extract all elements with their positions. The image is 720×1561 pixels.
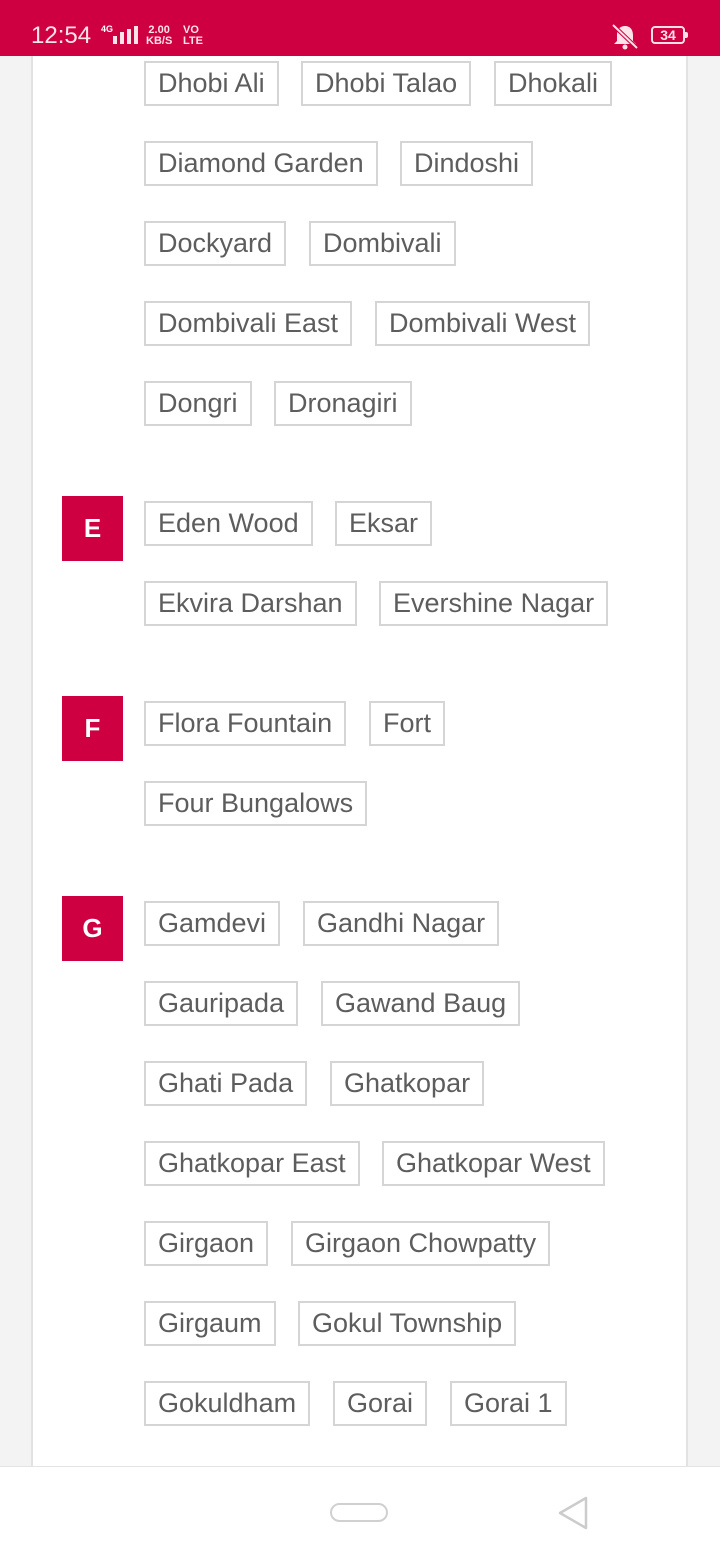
muted-bell-icon bbox=[611, 23, 639, 50]
locality-chip[interactable]: Dombivali bbox=[309, 221, 456, 266]
locality-chip[interactable]: Ekvira Darshan bbox=[144, 581, 357, 626]
locality-chip[interactable]: Dhobi Ali bbox=[144, 61, 279, 106]
network-speed: 2.00 KB/S bbox=[146, 25, 172, 47]
locality-chip[interactable]: Girgaum bbox=[144, 1301, 276, 1346]
locality-chip[interactable]: Dindoshi bbox=[400, 141, 534, 186]
locality-chip[interactable]: Eden Wood bbox=[144, 501, 313, 546]
locality-chip[interactable]: Dhobi Talao bbox=[301, 61, 472, 106]
locality-chip[interactable]: Gamdevi bbox=[144, 901, 281, 946]
locality-chip[interactable]: Gawand Baug bbox=[321, 981, 521, 1026]
locality-chip[interactable]: Gorai bbox=[333, 1381, 428, 1426]
speed-unit: KB/S bbox=[146, 35, 173, 47]
locality-chip[interactable]: Eksar bbox=[335, 501, 433, 546]
locality-chip[interactable]: Gauripada bbox=[144, 981, 299, 1026]
letter-header-e: E bbox=[62, 496, 123, 561]
locality-chip[interactable]: Gokuldham bbox=[144, 1381, 311, 1426]
locality-chip[interactable]: Gorai 1 bbox=[450, 1381, 567, 1426]
locality-chip[interactable]: Dhokali bbox=[494, 61, 613, 106]
status-time: 12:54 bbox=[31, 22, 92, 49]
locality-chip[interactable]: Dongri bbox=[144, 381, 252, 426]
locality-chip[interactable]: Ghatkopar West bbox=[382, 1141, 605, 1186]
locality-chip[interactable]: Diamond Garden bbox=[144, 141, 378, 186]
locality-chip[interactable]: Dronagiri bbox=[274, 381, 412, 426]
locality-chip[interactable]: Dombivali West bbox=[375, 301, 591, 346]
locality-chip[interactable]: Ghatkopar East bbox=[144, 1141, 360, 1186]
network-signal-icon: 4G bbox=[101, 24, 139, 46]
letter-header-f: F bbox=[62, 696, 123, 761]
locality-chip[interactable]: Gandhi Nagar bbox=[303, 901, 500, 946]
locality-list-card: Dhobi Ali Dhobi Talao Dhokali Diamond Garde… bbox=[31, 56, 688, 1466]
locality-chip[interactable]: Ghati Pada bbox=[144, 1061, 308, 1106]
network-type: 4G bbox=[101, 24, 114, 34]
letter-header-g: G bbox=[62, 896, 123, 961]
locality-chip[interactable]: Ghatkopar bbox=[330, 1061, 485, 1106]
locality-chip[interactable]: Four Bungalows bbox=[144, 781, 368, 826]
system-navigation-bar bbox=[0, 1466, 720, 1561]
locality-chip[interactable]: Flora Fountain bbox=[144, 701, 347, 746]
signal-bars-icon bbox=[113, 26, 138, 44]
locality-chip[interactable]: Girgaon Chowpatty bbox=[291, 1221, 551, 1266]
locality-chip[interactable]: Dockyard bbox=[144, 221, 287, 266]
locality-chip[interactable]: Gokul Township bbox=[298, 1301, 517, 1346]
back-triangle-icon[interactable] bbox=[556, 1495, 590, 1531]
locality-chip[interactable]: Evershine Nagar bbox=[379, 581, 609, 626]
volte-indicator: VO LTE bbox=[183, 25, 203, 47]
locality-chip[interactable]: Girgaon bbox=[144, 1221, 269, 1266]
status-bar: 12:54 4G 2.00 KB/S VO LTE 34 bbox=[0, 0, 720, 56]
home-pill-icon[interactable] bbox=[330, 1503, 388, 1522]
locality-chip[interactable]: Fort bbox=[369, 701, 446, 746]
volte-bottom: LTE bbox=[183, 35, 203, 47]
battery-icon: 34 bbox=[651, 26, 688, 44]
locality-chip[interactable]: Dombivali East bbox=[144, 301, 353, 346]
